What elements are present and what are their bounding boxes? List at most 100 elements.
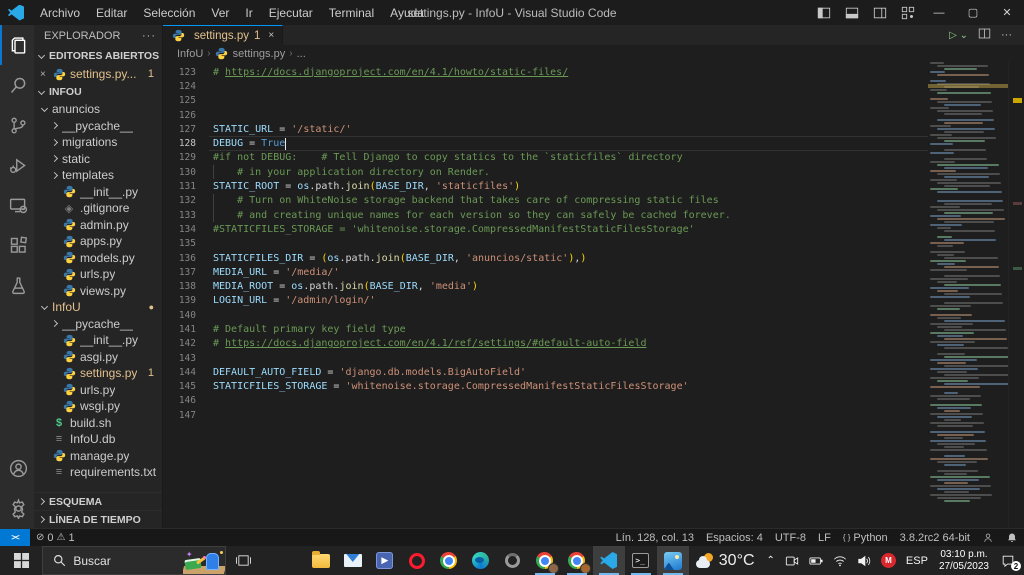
- tree-file-urls-py[interactable]: urls.py: [34, 266, 162, 283]
- tree-file--init-py[interactable]: __init__.py: [34, 184, 162, 201]
- action-center-button[interactable]: 2: [995, 546, 1024, 575]
- notifications-bell-icon[interactable]: [1000, 529, 1024, 546]
- tree-file-infou-db[interactable]: ≡ InfoU.db: [34, 431, 162, 448]
- run-python-file-button[interactable]: ▷ ⌄: [949, 30, 968, 41]
- cursor-position[interactable]: Lín. 128, col. 13: [610, 529, 700, 546]
- activity-run-debug[interactable]: [0, 145, 34, 185]
- tree-folder-migrations[interactable]: migrations: [34, 134, 162, 151]
- open-editor-settings-py[interactable]: × settings.py... 1: [34, 65, 162, 83]
- layout-panel-icon[interactable]: [838, 0, 866, 25]
- python-interpreter[interactable]: 3.8.2rc2 64-bit: [894, 529, 976, 546]
- taskbar-edge-icon[interactable]: [465, 546, 497, 575]
- mega-icon[interactable]: M: [876, 546, 901, 575]
- outline-section[interactable]: ESQUEMA: [34, 492, 162, 510]
- activity-search[interactable]: [0, 65, 34, 105]
- taskbar-mail-icon[interactable]: [337, 546, 369, 575]
- task-view-button[interactable]: [226, 546, 261, 575]
- more-actions-icon[interactable]: ···: [1001, 29, 1012, 41]
- tree-file-settings-py[interactable]: settings.py 1: [34, 365, 162, 382]
- clock[interactable]: 03:10 p.m. 27/05/2023: [933, 549, 995, 573]
- tree-file-wsgi-py[interactable]: wsgi.py: [34, 398, 162, 415]
- tree-folder--pycache-[interactable]: __pycache__: [34, 118, 162, 135]
- activity-extensions[interactable]: [0, 225, 34, 265]
- tree-file--gitignore[interactable]: ◈ .gitignore: [34, 200, 162, 217]
- timeline-section[interactable]: LÍNEA DE TIEMPO: [34, 510, 162, 528]
- taskbar-photos-icon[interactable]: [656, 546, 689, 575]
- tab-settings-py[interactable]: settings.py 1 ×: [163, 25, 284, 45]
- indentation[interactable]: Espacios: 4: [700, 529, 769, 546]
- close-icon[interactable]: ×: [268, 30, 274, 41]
- menu-selección[interactable]: Selección: [135, 0, 203, 25]
- meet-now-icon[interactable]: [780, 546, 804, 575]
- workspace-root-section[interactable]: INFOU: [34, 83, 162, 101]
- keyboard-language[interactable]: ESP: [901, 546, 933, 575]
- minimize-button[interactable]: —: [922, 0, 956, 25]
- battery-icon[interactable]: [804, 546, 828, 575]
- activity-account[interactable]: [0, 448, 34, 488]
- taskbar-movies-tv-icon[interactable]: ▶: [369, 546, 401, 575]
- search-highlights-illustration[interactable]: ✦: [182, 547, 225, 574]
- tree-file-admin-py[interactable]: admin.py: [34, 217, 162, 234]
- breadcrumb[interactable]: InfoU › settings.py › ...: [163, 45, 1024, 62]
- taskbar-opera-icon[interactable]: [401, 546, 433, 575]
- taskbar-file-explorer-icon[interactable]: [305, 546, 337, 575]
- weather-widget[interactable]: 30°C: [689, 552, 762, 570]
- overview-ruler[interactable]: [1008, 62, 1024, 528]
- tree-folder-static[interactable]: static: [34, 151, 162, 168]
- tree-file--init-py[interactable]: __init__.py: [34, 332, 162, 349]
- code-line-132: 132 # Turn on WhiteNoise storage backend…: [163, 193, 928, 209]
- code-editor[interactable]: 123 # https://docs.djangoproject.com/en/4…: [163, 62, 1024, 528]
- feedback-icon[interactable]: [976, 529, 1000, 546]
- tree-file-manage-py[interactable]: manage.py: [34, 448, 162, 465]
- tree-file-urls-py[interactable]: urls.py: [34, 382, 162, 399]
- activity-source-control[interactable]: [0, 105, 34, 145]
- activity-testing[interactable]: [0, 265, 34, 305]
- tree-folder-templates[interactable]: templates: [34, 167, 162, 184]
- layout-sidebar-left-icon[interactable]: [810, 0, 838, 25]
- tree-folder--pycache-[interactable]: __pycache__: [34, 316, 162, 333]
- taskbar-terminal-icon[interactable]: >_: [625, 546, 657, 575]
- menu-archivo[interactable]: Archivo: [32, 0, 88, 25]
- tree-file-views-py[interactable]: views.py: [34, 283, 162, 300]
- encoding[interactable]: UTF-8: [769, 529, 812, 546]
- taskbar-chrome-profile-2-icon[interactable]: [561, 546, 593, 575]
- menu-ayuda[interactable]: Ayuda: [382, 0, 432, 25]
- wifi-icon[interactable]: [828, 546, 852, 575]
- activity-explorer[interactable]: [0, 25, 34, 65]
- tree-folder-anuncios[interactable]: anuncios: [34, 101, 162, 118]
- hidden-icons-chevron-icon[interactable]: ⌃: [762, 546, 780, 575]
- start-button[interactable]: [0, 546, 42, 575]
- eol-sequence[interactable]: LF: [812, 529, 837, 546]
- layout-sidebar-right-icon[interactable]: [866, 0, 894, 25]
- layout-customize-icon[interactable]: [894, 0, 922, 25]
- maximize-button[interactable]: ▢: [956, 0, 990, 25]
- remote-indicator[interactable]: ><: [0, 529, 30, 546]
- search-input[interactable]: Buscar ✦: [42, 546, 226, 575]
- language-mode[interactable]: { } Python: [837, 529, 894, 546]
- tree-file-build-sh[interactable]: $ build.sh: [34, 415, 162, 432]
- tree-file-models-py[interactable]: models.py: [34, 250, 162, 267]
- tree-folder-infou[interactable]: InfoU ●: [34, 299, 162, 316]
- menu-ir[interactable]: Ir: [237, 0, 260, 25]
- minimap[interactable]: [928, 62, 1008, 528]
- explorer-more-actions-icon[interactable]: ···: [142, 30, 156, 42]
- tree-file-apps-py[interactable]: apps.py: [34, 233, 162, 250]
- taskbar-app-grey-icon[interactable]: [497, 546, 529, 575]
- menu-ver[interactable]: Ver: [203, 0, 237, 25]
- volume-icon[interactable]: [852, 546, 876, 575]
- taskbar-chrome-icon[interactable]: [433, 546, 465, 575]
- close-button[interactable]: ✕: [990, 0, 1024, 25]
- activity-remote-explorer[interactable]: [0, 185, 34, 225]
- problems-status[interactable]: ⊘ 0 ⚠ 1: [30, 529, 81, 546]
- menu-ejecutar[interactable]: Ejecutar: [261, 0, 321, 25]
- tree-file-requirements-txt[interactable]: ≡ requirements.txt: [34, 464, 162, 481]
- activity-settings[interactable]: [0, 488, 34, 528]
- taskbar-vscode-icon[interactable]: [592, 546, 625, 575]
- split-editor-icon[interactable]: [978, 27, 991, 43]
- open-editors-section[interactable]: EDITORES ABIERTOS: [34, 47, 162, 65]
- menu-editar[interactable]: Editar: [88, 0, 135, 25]
- tree-file-asgi-py[interactable]: asgi.py: [34, 349, 162, 366]
- menu-terminal[interactable]: Terminal: [321, 0, 382, 25]
- close-icon[interactable]: ×: [40, 69, 52, 80]
- taskbar-chrome-profile-1-icon[interactable]: [529, 546, 561, 575]
